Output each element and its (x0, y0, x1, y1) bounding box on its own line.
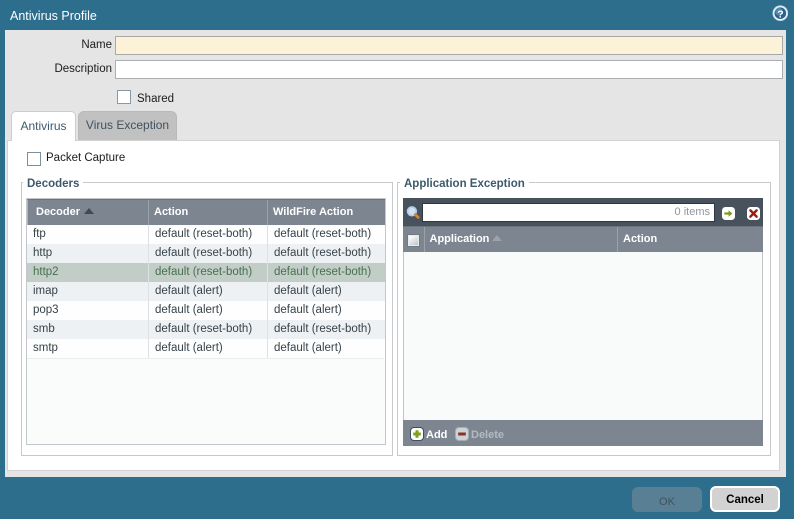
svg-text:?: ? (777, 8, 783, 20)
